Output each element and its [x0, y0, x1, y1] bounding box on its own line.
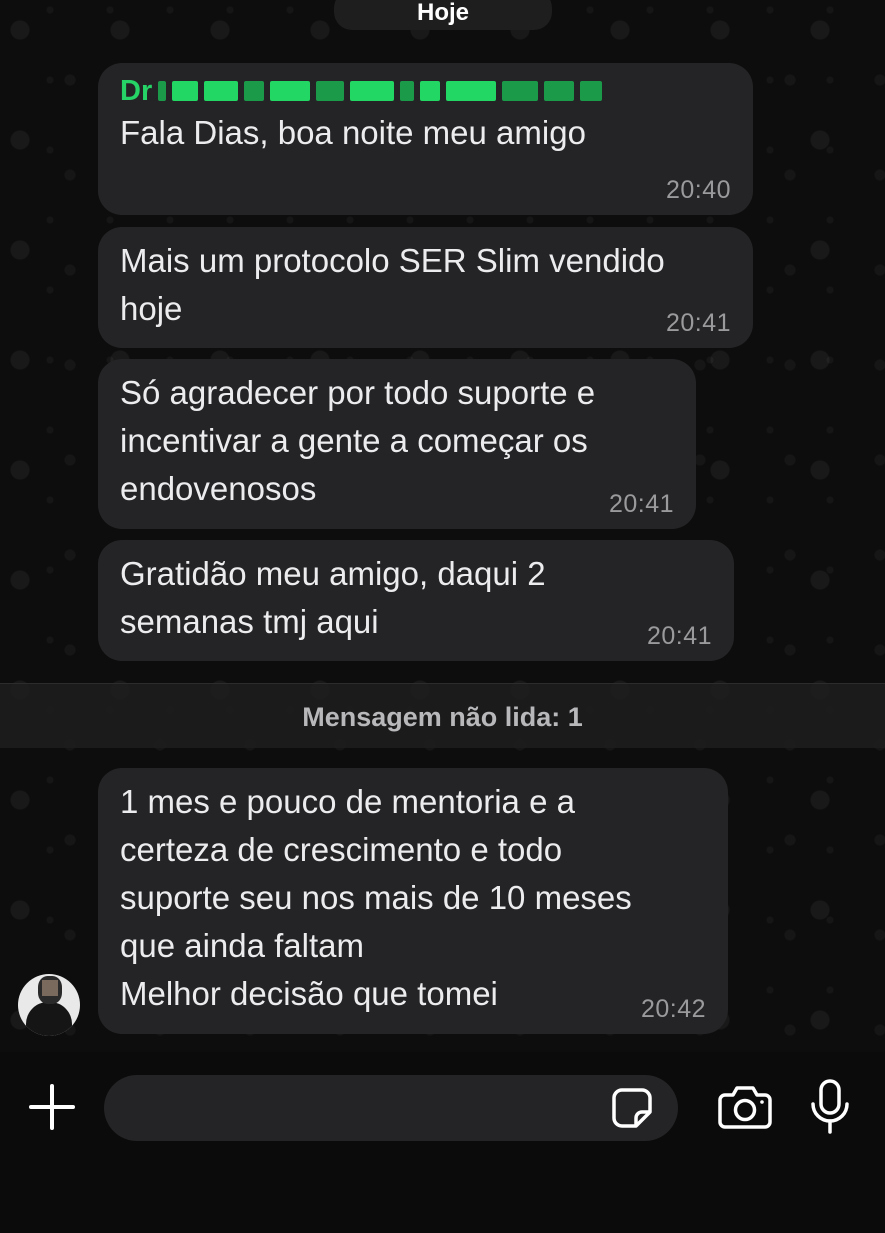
message-bubble[interactable]: Mais um protocolo SER Slim vendido hoje … [98, 227, 753, 348]
redacted-block [544, 81, 575, 101]
message-time: 20:42 [640, 995, 706, 1023]
avatar[interactable] [18, 974, 80, 1036]
message-bubble[interactable]: Gratidão meu amigo, daqui 2 semanas tmj … [98, 540, 734, 661]
chat-background: Hoje Dr Fala Dias, boa noite meu amigo 2… [0, 0, 885, 1052]
redacted-block [580, 81, 603, 101]
message-text: Gratidão meu amigo, daqui 2 semanas tmj … [120, 555, 546, 640]
message-bubble[interactable]: 1 mes e pouco de mentoria e a certeza de… [98, 768, 728, 1034]
redacted-block [316, 81, 345, 101]
redacted-block [270, 81, 311, 101]
camera-icon [718, 1086, 772, 1129]
message-time: 20:41 [608, 490, 674, 518]
microphone-icon [811, 1079, 849, 1134]
message-bubble[interactable]: Dr Fala Dias, boa noite meu amigo 20:40 [98, 63, 753, 215]
avatar-figure [26, 1002, 72, 1036]
redacted-block [502, 81, 539, 101]
attach-button[interactable] [27, 1082, 77, 1132]
redacted-block [350, 81, 395, 101]
sticker-button[interactable] [610, 1086, 654, 1130]
sender-name[interactable]: Dr [120, 73, 731, 109]
redacted-block [244, 81, 265, 101]
camera-button[interactable] [717, 1083, 773, 1131]
message-text: 1 mes e pouco de mentoria e a certeza de… [120, 783, 632, 1012]
redacted-block [204, 81, 239, 101]
message-input[interactable] [104, 1075, 678, 1141]
avatar-blurred-face [42, 980, 58, 996]
microphone-button[interactable] [808, 1078, 852, 1136]
redacted-block [420, 81, 441, 101]
redacted-block [158, 81, 167, 101]
message-text: Fala Dias, boa noite meu amigo [120, 114, 586, 151]
message-bubble[interactable]: Só agradecer por todo suporte e incentiv… [98, 359, 696, 529]
message-time: 20:41 [646, 622, 712, 650]
message-time: 20:41 [665, 309, 731, 337]
date-separator: Hoje [334, 0, 552, 30]
redacted-block [172, 81, 199, 101]
sender-name-text: Dr [120, 75, 153, 107]
plus-icon [29, 1084, 75, 1130]
message-text: Mais um protocolo SER Slim vendido hoje [120, 242, 665, 327]
redacted-block [400, 81, 415, 101]
redacted-block [446, 81, 497, 101]
sticker-icon [612, 1088, 652, 1128]
message-time: 20:40 [665, 176, 731, 204]
message-text: Só agradecer por todo suporte e incentiv… [120, 374, 596, 507]
unread-messages-banner: Mensagem não lida: 1 [0, 683, 885, 748]
